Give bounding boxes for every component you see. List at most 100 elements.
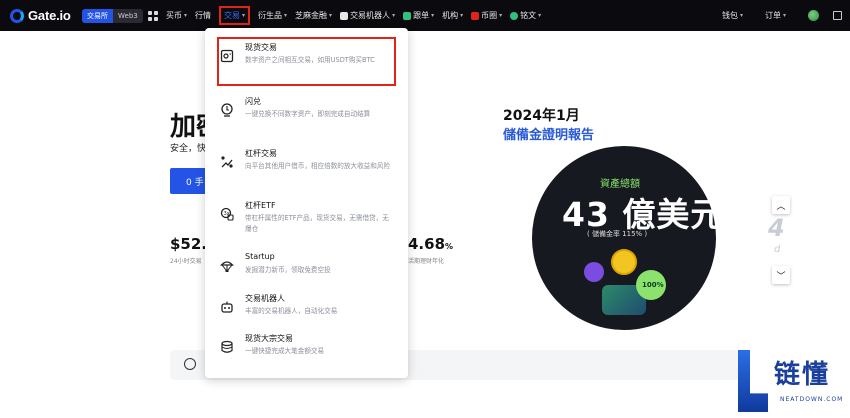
nav-trade[interactable]: 交易 ▾ [219,6,251,25]
chevron-up-icon: ︿ [776,201,786,212]
nav-finance[interactable]: 芝麻金融 ▾ [295,10,332,21]
chevron-down-icon: ▾ [392,12,396,19]
watermark-l-logo [738,350,768,412]
signup-button[interactable]: 0 手 [170,168,210,194]
menu-item-title: 交易机器人 [245,294,285,303]
chevron-down-icon: ▾ [431,12,435,19]
leveraged-etf-icon: 3x [220,207,234,221]
chevron-down-icon: ▾ [329,12,333,19]
chevron-down-icon: ▾ [242,12,246,19]
nav-label: 跟单 [413,11,430,20]
nav-label: 买币 [166,11,182,20]
reserve-ratio: ( 儲備金率 115% ) [587,230,648,238]
carousel-total: d [774,244,781,255]
apps-grid-icon[interactable] [148,10,158,21]
nav-institutional[interactable]: 机构 ▾ [442,10,463,21]
inscription-icon [510,11,519,20]
web3-mode-button[interactable]: Web3 [113,9,143,23]
logo-text: Gate.io [28,8,71,23]
menu-item-startup[interactable]: Startup 发掘潜力新币，领取免费空投 [205,252,408,282]
chat-icon[interactable] [184,358,196,370]
nav-orders[interactable]: 订单 ▾ [765,10,786,21]
nav-label: 钱包 [721,11,738,20]
gold-lock-coin-icon [611,249,637,275]
menu-item-convert[interactable]: 闪兑 一键兑换不同数字资产，即刻完成自动结算 [205,96,408,136]
report-date: 2024年1月 [503,108,580,124]
top-navigation-bar: Gate.io 交易所 Web3 买币 ▾ 行情 交易 ▾ 衍生品 ▾ 芝麻金融 ▾ 交… [0,0,850,31]
menu-item-desc: 向平台其他用户借币，相应倍数的放大收益和风险 [245,162,391,170]
nav-label: 衍生品 [258,11,283,20]
chevron-down-icon: ▾ [284,12,288,19]
apy-stat-label: 活期理财年化 [408,258,445,265]
menu-item-block-trading[interactable]: 现货大宗交易 一键快捷完成大笔金额交易 [205,333,408,363]
spot-trading-highlight-box [217,37,396,86]
chevron-down-icon: ▾ [782,12,786,19]
watermark-sub: NEATDOWN.COM [780,396,844,403]
gate-logo-icon [10,8,24,23]
robot-icon [221,301,233,313]
menu-item-desc: 发掘潜力新币，领取免费空投 [245,266,331,274]
menu-item-desc: 一键快捷完成大笔金额交易 [245,347,325,355]
coin-percent-text: 100% [642,281,664,289]
download-icon[interactable] [833,11,842,20]
gate-logo[interactable]: Gate.io [10,8,71,23]
svg-text:3x: 3x [224,211,230,217]
menu-item-title: 闪兑 [245,97,261,106]
nav-derivatives[interactable]: 衍生品 ▾ [258,10,287,21]
apy-unit: % [445,242,454,251]
neatdown-watermark: 链懂 NEATDOWN.COM [738,350,850,418]
carousel-up-button[interactable]: ︿ [772,196,790,214]
menu-item-title: Startup [245,252,275,261]
nav-buy-crypto[interactable]: 买币 ▾ [166,10,187,21]
exchange-mode-button[interactable]: 交易所 [82,9,113,23]
nav-label: 铭文 [520,11,537,20]
nav-label: 订单 [764,11,781,20]
block-trade-icon [221,340,233,353]
menu-item-desc: 丰富的交易机器人，自动化交易 [245,307,338,315]
copy-trade-icon [403,11,412,20]
apy-stat: 4.68% [408,235,453,253]
hero-subtitle: 安全，快 [170,144,207,154]
convert-icon [221,103,233,117]
nav-wallet[interactable]: 钱包 ▾ [722,10,743,21]
menu-item-title: 杠杆交易 [245,149,277,158]
parachute-icon [220,261,234,272]
menu-item-desc: 一键兑换不同数字资产，即刻完成自动结算 [245,110,371,118]
apy-value: 4.68 [408,235,446,253]
nav-crypto-circle[interactable]: 币圈 ▾ [471,10,502,21]
chevron-down-icon: ▾ [499,12,503,19]
menu-item-title: 杠杆ETF [245,201,276,210]
nav-trading-bot[interactable]: 交易机器人 ▾ [340,10,395,21]
nav-label: 芝麻金融 [295,11,328,20]
carousel-down-button[interactable]: ﹀ [772,266,790,284]
carousel-index: 4 [768,214,785,242]
chevron-down-icon: ▾ [739,12,743,19]
volume-stat: $52. [170,235,208,253]
bot-icon [340,11,349,20]
volume-stat-label: 24小时交易 [170,258,202,265]
menu-item-leveraged-etf[interactable]: 3x 杠杆ETF 带杠杆属性的ETF产品，现货交易，无需借贷，无爆仓 [205,200,408,240]
circle-icon [471,11,480,20]
nav-label: 机构 [442,11,459,20]
purple-coin-icon [584,262,604,282]
watermark-text: 链懂 [774,360,831,390]
menu-item-trading-bot[interactable]: 交易机器人 丰富的交易机器人，自动化交易 [205,293,408,323]
nav-copy-trading[interactable]: 跟单 ▾ [403,10,434,21]
report-title[interactable]: 儲備金證明報告 [503,124,594,143]
nav-label: 币圈 [481,11,498,20]
nav-label: 行情 [195,11,212,20]
menu-item-desc: 带杠杆属性的ETF产品，现货交易，无需借贷，无爆仓 [245,214,389,233]
menu-item-margin-trading[interactable]: 杠杆交易 向平台其他用户借币，相应倍数的放大收益和风险 [205,148,408,188]
nav-label: 交易 [224,11,241,20]
chevron-down-icon: ▾ [538,12,542,19]
menu-item-title: 现货大宗交易 [245,334,293,343]
right-nav: 钱包 ▾ 订单 ▾ [722,0,842,31]
exchange-web3-toggle[interactable]: 交易所 Web3 [82,9,143,23]
nav-label: 交易机器人 [350,11,391,20]
chevron-down-icon: ﹀ [776,271,786,282]
user-avatar[interactable] [808,10,819,21]
chevron-down-icon: ▾ [460,12,464,19]
nav-markets[interactable]: 行情 [195,10,211,21]
margin-trading-icon [221,156,233,168]
nav-inscriptions[interactable]: 铭文 ▾ [510,10,541,21]
